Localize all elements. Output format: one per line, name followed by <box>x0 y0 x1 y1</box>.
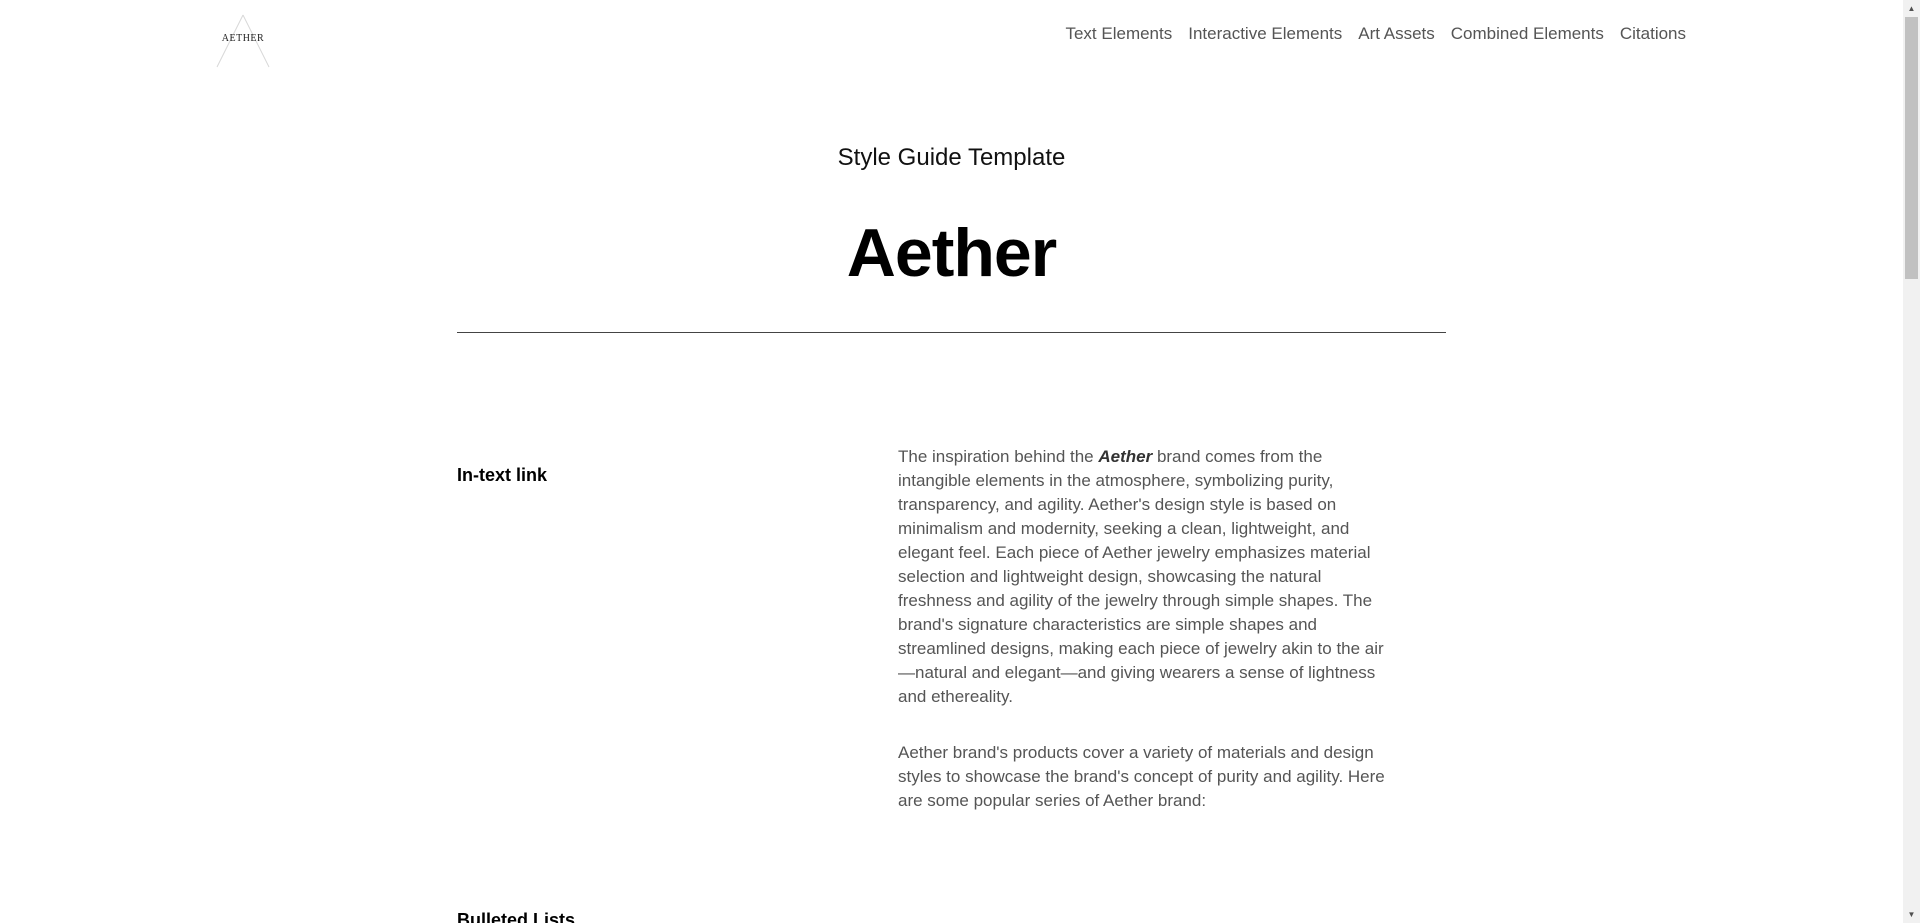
logo-text: AETHER <box>221 33 265 44</box>
main-nav: Text Elements Interactive Elements Art A… <box>1065 24 1686 44</box>
nav-art-assets[interactable]: Art Assets <box>1358 24 1435 44</box>
page-title: Aether <box>846 215 1057 291</box>
nav-combined-elements[interactable]: Combined Elements <box>1451 24 1604 44</box>
section-label-in-text-link: In-text link <box>457 465 548 485</box>
intro-paragraph: The inspiration behind the Aether brand … <box>898 445 1398 709</box>
nav-text-elements[interactable]: Text Elements <box>1065 24 1172 44</box>
intro-suffix: brand comes from the intangible elements… <box>898 447 1384 706</box>
scroll-thumb[interactable] <box>1905 17 1918 279</box>
vertical-scrollbar[interactable]: ▲ ▼ <box>1903 0 1920 923</box>
scroll-up-icon[interactable]: ▲ <box>1903 0 1920 17</box>
aether-logo[interactable]: AETHER <box>216 14 270 68</box>
nav-citations[interactable]: Citations <box>1620 24 1686 44</box>
section-label-bulleted-lists: Bulleted Lists <box>457 910 576 923</box>
series-paragraph: Aether brand's products cover a variety … <box>898 743 1385 810</box>
divider <box>457 332 1446 333</box>
intro-prefix: The inspiration behind the <box>898 447 1099 466</box>
nav-interactive-elements[interactable]: Interactive Elements <box>1188 24 1342 44</box>
scroll-down-icon[interactable]: ▼ <box>1903 906 1920 923</box>
page-subtitle: Style Guide Template <box>837 144 1066 171</box>
brand-emphasis: Aether <box>1098 447 1153 466</box>
page: AETHER Text Elements Interactive Element… <box>0 0 1920 923</box>
